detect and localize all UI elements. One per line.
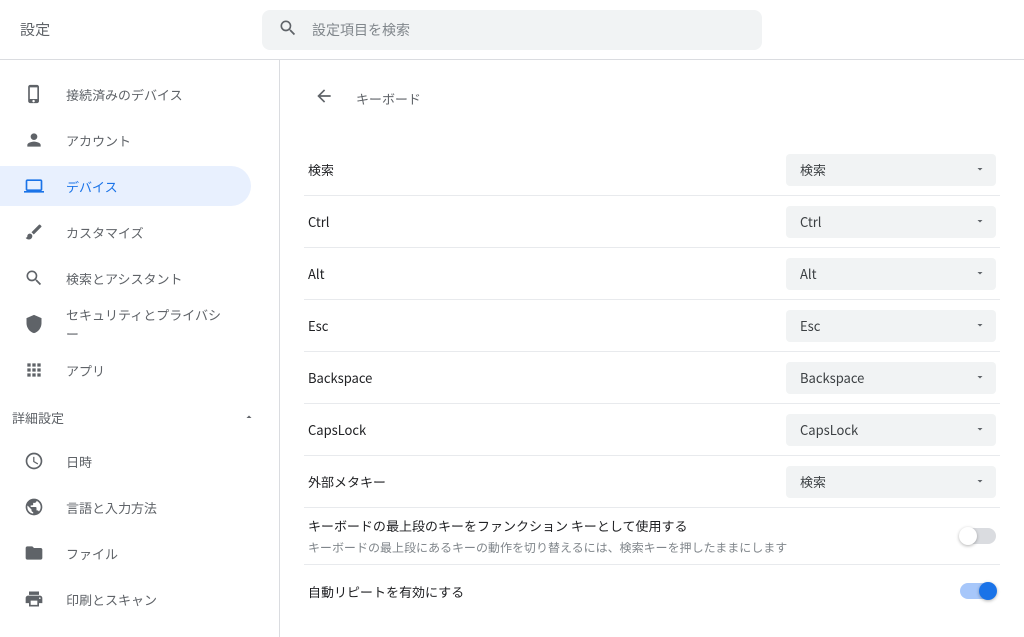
sidebar: 接続済みのデバイスアカウントデバイスカスタマイズ検索とアシスタントセキュリティと… — [0, 60, 280, 637]
sidebar-item-account[interactable]: アカウント — [0, 120, 251, 160]
sidebar-item-label: 検索とアシスタント — [66, 269, 182, 288]
sidebar-item-label: デバイス — [66, 177, 118, 196]
search-container — [262, 10, 762, 50]
shield-icon — [24, 314, 44, 334]
chevron-down-icon — [974, 212, 986, 231]
toggle-switch[interactable] — [960, 528, 996, 544]
sidebar-item-search-assistant[interactable]: 検索とアシスタント — [0, 258, 251, 298]
chevron-down-icon — [974, 264, 986, 283]
sidebar-item-label: 日時 — [66, 452, 92, 471]
sidebar-item-security-privacy[interactable]: セキュリティとプライバシー — [0, 304, 251, 344]
keymap-dropdown[interactable]: 検索 — [786, 154, 996, 186]
sidebar-item-label: ファイル — [66, 544, 118, 563]
sidebar-item-label: セキュリティとプライバシー — [66, 305, 227, 343]
person-icon — [24, 130, 44, 150]
sidebar-item-label: 印刷とスキャン — [66, 590, 157, 609]
chevron-down-icon — [974, 316, 986, 335]
keymap-label: 外部メタキー — [308, 472, 770, 491]
search-icon — [278, 18, 298, 42]
toggle-desc: キーボードの最上段にあるキーの動作を切り替えるには、検索キーを押したままにします — [308, 539, 944, 556]
page-title: キーボード — [356, 89, 421, 108]
arrow-left-icon — [314, 86, 334, 110]
sidebar-item-label: 接続済みのデバイス — [66, 85, 183, 104]
toggle-row: キーボードの最上段のキーをファンクション キーとして使用するキーボードの最上段に… — [304, 508, 1000, 565]
main-content: キーボード 検索検索CtrlCtrlAltAltEscEscBackspaceB… — [280, 60, 1024, 637]
dropdown-value: Alt — [800, 264, 817, 283]
dropdown-value: Backspace — [800, 368, 864, 387]
folder-icon — [24, 543, 44, 563]
toggle-label: 自動リピートを有効にする — [308, 582, 944, 601]
chevron-down-icon — [974, 472, 986, 491]
search-input[interactable] — [312, 22, 746, 38]
keymap-label: CapsLock — [308, 420, 770, 439]
clock-icon — [24, 451, 44, 471]
chevron-down-icon — [974, 160, 986, 179]
keymap-dropdown[interactable]: Backspace — [786, 362, 996, 394]
advanced-section-header[interactable]: 詳細設定 — [0, 396, 279, 435]
sidebar-item-files[interactable]: ファイル — [0, 533, 251, 573]
keymap-row: 外部メタキー 検索 — [304, 456, 1000, 508]
dropdown-value: Ctrl — [800, 212, 822, 231]
keymap-dropdown[interactable]: Esc — [786, 310, 996, 342]
advanced-label: 詳細設定 — [12, 408, 64, 427]
sidebar-item-language-input[interactable]: 言語と入力方法 — [0, 487, 251, 527]
keymap-label: Ctrl — [308, 212, 770, 231]
sidebar-item-label: アプリ — [66, 361, 105, 380]
sidebar-item-label: 言語と入力方法 — [66, 498, 157, 517]
brush-icon — [24, 222, 44, 242]
toggle-label: キーボードの最上段のキーをファンクション キーとして使用する — [308, 516, 944, 535]
keymap-dropdown[interactable]: CapsLock — [786, 414, 996, 446]
sidebar-item-device[interactable]: デバイス — [0, 166, 251, 206]
keymap-row: Esc Esc — [304, 300, 1000, 352]
keymap-label: 検索 — [308, 160, 770, 179]
keymap-label: Backspace — [308, 368, 770, 387]
chevron-down-icon — [974, 420, 986, 439]
search-box[interactable] — [262, 10, 762, 50]
sidebar-item-datetime[interactable]: 日時 — [0, 441, 251, 481]
dropdown-value: 検索 — [800, 472, 826, 491]
sidebar-item-connected-devices[interactable]: 接続済みのデバイス — [0, 74, 251, 114]
chevron-down-icon — [974, 368, 986, 387]
keymap-row: CapsLock CapsLock — [304, 404, 1000, 456]
toggle-row: 自動リピートを有効にする — [304, 565, 1000, 617]
phone-icon — [24, 84, 44, 104]
printer-icon — [24, 589, 44, 609]
keymap-dropdown[interactable]: Ctrl — [786, 206, 996, 238]
dropdown-value: 検索 — [800, 160, 826, 179]
app-header: 設定 — [0, 0, 1024, 60]
keymap-label: Alt — [308, 264, 770, 283]
sidebar-item-label: アカウント — [66, 131, 131, 150]
apps-icon — [24, 360, 44, 380]
keymap-row: Backspace Backspace — [304, 352, 1000, 404]
toggle-switch[interactable] — [960, 583, 996, 599]
dropdown-value: Esc — [800, 316, 820, 335]
search-icon — [24, 268, 44, 288]
back-button[interactable] — [306, 80, 342, 116]
dropdown-value: CapsLock — [800, 420, 858, 439]
sidebar-item-apps[interactable]: アプリ — [0, 350, 251, 390]
app-title: 設定 — [20, 19, 50, 40]
page-header: キーボード — [304, 80, 1000, 116]
keymap-row: Alt Alt — [304, 248, 1000, 300]
sidebar-item-label: カスタマイズ — [66, 223, 144, 242]
keymap-row: Ctrl Ctrl — [304, 196, 1000, 248]
keymap-dropdown[interactable]: 検索 — [786, 466, 996, 498]
sidebar-item-customize[interactable]: カスタマイズ — [0, 212, 251, 252]
laptop-icon — [24, 176, 44, 196]
keymap-label: Esc — [308, 316, 770, 335]
chevron-up-icon — [243, 408, 255, 427]
globe-icon — [24, 497, 44, 517]
keymap-dropdown[interactable]: Alt — [786, 258, 996, 290]
sidebar-item-print-scan[interactable]: 印刷とスキャン — [0, 579, 251, 619]
keymap-row: 検索 検索 — [304, 144, 1000, 196]
